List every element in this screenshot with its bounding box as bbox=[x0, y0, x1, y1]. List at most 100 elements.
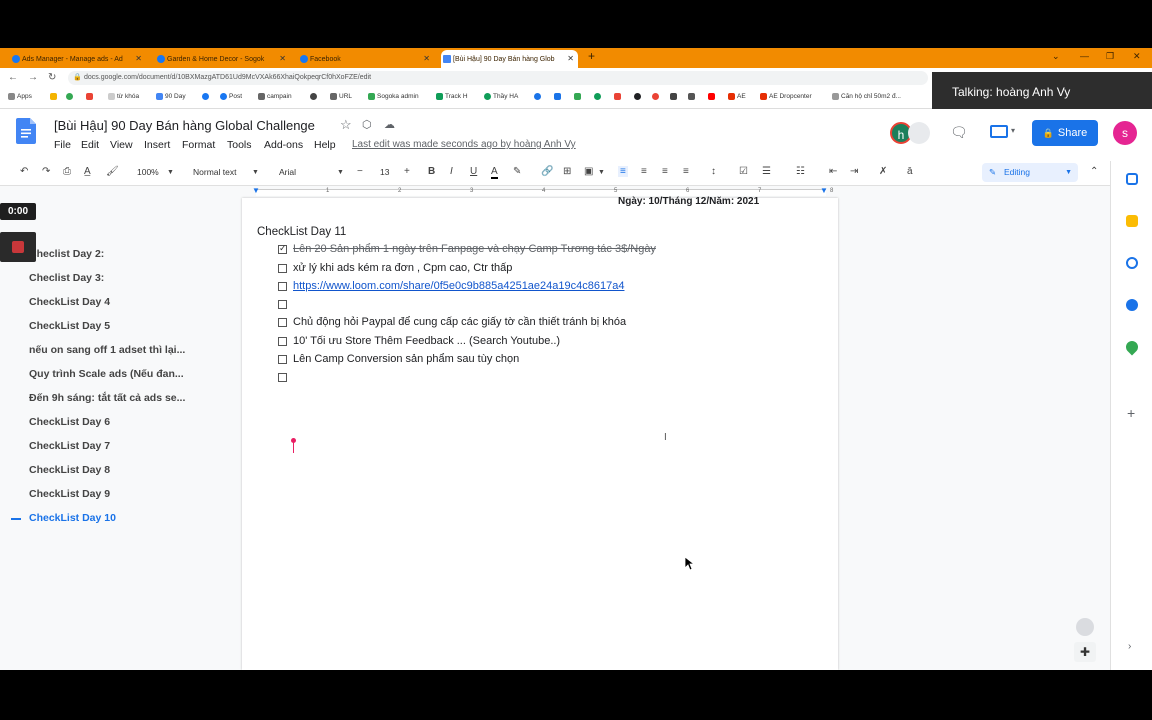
outline-item[interactable]: CheckList Day 5 bbox=[29, 320, 110, 332]
font-select[interactable]: Arial bbox=[279, 167, 296, 177]
contacts-icon[interactable] bbox=[1126, 299, 1138, 311]
bookmark-post[interactable]: Post bbox=[220, 93, 242, 100]
outline-item[interactable]: Đến 9h sáng: tắt tất cả ads se... bbox=[29, 392, 185, 404]
outline-item[interactable]: Checlist Day 3: bbox=[29, 272, 104, 284]
checkbox[interactable] bbox=[278, 300, 287, 309]
align-justify-icon[interactable]: ≡ bbox=[683, 166, 689, 177]
last-edit-link[interactable]: Last edit was made seconds ago by hoàng … bbox=[352, 139, 576, 150]
menu-insert[interactable]: Insert bbox=[144, 139, 170, 151]
add-addon-icon[interactable]: + bbox=[1127, 405, 1135, 421]
increase-indent-icon[interactable]: ⇥ bbox=[850, 166, 858, 177]
stop-recording-button[interactable] bbox=[0, 232, 36, 262]
outline-item[interactable]: CheckList Day 7 bbox=[29, 440, 110, 452]
share-button[interactable]: 🔒 Share bbox=[1032, 120, 1098, 146]
bookmark-icon[interactable] bbox=[50, 93, 59, 100]
account-avatar[interactable]: s bbox=[1113, 121, 1137, 145]
chevron-right-icon[interactable]: › bbox=[1128, 641, 1131, 652]
bookmark-icon[interactable] bbox=[708, 93, 717, 100]
chevron-down-icon[interactable]: ▼ bbox=[337, 169, 344, 176]
bulleted-list-icon[interactable]: ☰ bbox=[762, 166, 771, 177]
explore-icon[interactable] bbox=[1076, 618, 1094, 636]
italic-icon[interactable]: I bbox=[450, 166, 453, 177]
close-icon[interactable]: ✕ bbox=[279, 54, 286, 63]
menu-view[interactable]: View bbox=[110, 139, 133, 151]
restore-button[interactable]: ❐ bbox=[1106, 51, 1114, 62]
present-icon[interactable] bbox=[990, 125, 1008, 138]
right-indent-marker-icon[interactable]: ▼ bbox=[820, 186, 828, 195]
clear-formatting-icon[interactable]: ✗ bbox=[879, 166, 887, 177]
bookmark-icon[interactable] bbox=[594, 93, 603, 100]
bookmark-can-ho[interactable]: Căn hộ chỉ 50m2 đ... bbox=[832, 93, 901, 100]
checkbox[interactable] bbox=[278, 355, 287, 364]
bookmark-icon[interactable] bbox=[634, 93, 643, 100]
star-icon[interactable]: ☆ bbox=[340, 117, 352, 133]
back-icon[interactable]: ← bbox=[8, 72, 18, 83]
bookmark-thay-ha[interactable]: Thầy HA bbox=[484, 93, 518, 100]
zoom-select[interactable]: 100% bbox=[137, 167, 159, 177]
menu-tools[interactable]: Tools bbox=[227, 139, 252, 151]
tab-search-icon[interactable]: ⌄ bbox=[1052, 51, 1060, 62]
chevron-down-icon[interactable]: ▾ bbox=[1011, 126, 1015, 135]
bookmark-icon[interactable] bbox=[670, 93, 679, 100]
tasks-icon[interactable] bbox=[1126, 257, 1138, 269]
bookmark-ae[interactable]: AE bbox=[728, 93, 746, 100]
menu-addons[interactable]: Add-ons bbox=[264, 139, 303, 151]
tab-google-doc[interactable]: [Bùi Hậu] 90 Day Bán hàng Glob ✕ bbox=[441, 50, 578, 68]
highlight-icon[interactable]: ✎ bbox=[513, 166, 521, 177]
cloud-status-icon[interactable]: ☁ bbox=[384, 118, 395, 131]
undo-icon[interactable]: ↶ bbox=[20, 166, 28, 177]
document-page[interactable]: Ngày: 10/Tháng 12/Năm: 2021 CheckList Da… bbox=[242, 196, 838, 670]
link-icon[interactable]: 🔗 bbox=[541, 166, 553, 177]
editing-mode-select[interactable]: ✎ Editing ▼ bbox=[982, 163, 1078, 182]
bookmark-90-day[interactable]: 90 Day bbox=[156, 93, 186, 100]
bookmark-icon[interactable] bbox=[534, 93, 543, 100]
outline-item[interactable]: Quy trình Scale ads (Nếu đan... bbox=[29, 368, 184, 380]
tab-garden-home[interactable]: Garden & Home Decor - Sogok ✕ bbox=[155, 50, 290, 68]
font-size-input[interactable]: 13 bbox=[380, 167, 389, 177]
collaborator-avatar[interactable] bbox=[908, 122, 930, 144]
bookmark-icon[interactable] bbox=[614, 93, 623, 100]
comments-icon[interactable]: 🗨 bbox=[950, 124, 968, 141]
checkbox-checked[interactable] bbox=[278, 243, 287, 254]
move-icon[interactable]: ⬡ bbox=[362, 118, 372, 131]
checkbox[interactable] bbox=[278, 264, 287, 273]
collapse-menus-icon[interactable]: ⌃ bbox=[1090, 166, 1098, 177]
menu-edit[interactable]: Edit bbox=[81, 139, 99, 151]
outline-item-active[interactable]: CheckList Day 10 bbox=[29, 512, 116, 524]
google-docs-logo-icon[interactable] bbox=[16, 118, 36, 144]
outline-item[interactable]: CheckList Day 8 bbox=[29, 464, 110, 476]
align-right-icon[interactable]: ≡ bbox=[662, 166, 668, 177]
bookmark-icon[interactable] bbox=[554, 93, 563, 100]
close-icon[interactable]: ✕ bbox=[567, 54, 574, 63]
bookmark-track-h[interactable]: Track H bbox=[436, 93, 468, 100]
checkbox[interactable] bbox=[278, 318, 287, 327]
chevron-down-icon[interactable]: ▼ bbox=[252, 169, 259, 176]
maps-icon[interactable] bbox=[1123, 338, 1141, 356]
redo-icon[interactable]: ↷ bbox=[42, 166, 50, 177]
outline-item[interactable]: CheckList Day 4 bbox=[29, 296, 110, 308]
checkbox[interactable] bbox=[278, 337, 287, 346]
decrease-size-icon[interactable]: − bbox=[357, 166, 363, 177]
underline-icon[interactable]: U bbox=[470, 166, 477, 177]
address-bar[interactable]: 🔒 docs.google.com/document/d/10BXMazgATD… bbox=[68, 71, 928, 85]
indent-marker-icon[interactable]: ▼ bbox=[252, 186, 260, 195]
text-color-icon[interactable]: A bbox=[491, 166, 498, 179]
align-left-icon[interactable]: ≡ bbox=[618, 166, 628, 177]
line-spacing-icon[interactable]: ↕ bbox=[711, 166, 716, 177]
style-select[interactable]: Normal text bbox=[193, 167, 236, 177]
spellcheck-icon[interactable]: A̲ bbox=[84, 166, 91, 177]
checklist-icon[interactable]: ☑ bbox=[739, 166, 748, 177]
paint-format-icon[interactable]: 🖌 bbox=[106, 166, 119, 177]
tab-facebook[interactable]: Facebook ✕ bbox=[298, 50, 434, 68]
close-icon[interactable]: ✕ bbox=[423, 54, 430, 63]
increase-size-icon[interactable]: + bbox=[404, 166, 410, 177]
bookmark-icon[interactable] bbox=[574, 93, 583, 100]
menu-file[interactable]: File bbox=[54, 139, 71, 151]
chevron-down-icon[interactable]: ▼ bbox=[598, 169, 605, 176]
tab-ads-manager[interactable]: Ads Manager - Manage ads - Ad ✕ bbox=[10, 50, 146, 68]
loom-link[interactable]: https://www.loom.com/share/0f5e0c9b885a4… bbox=[293, 280, 624, 292]
window-close-button[interactable]: ✕ bbox=[1133, 51, 1141, 62]
close-icon[interactable]: ✕ bbox=[135, 54, 142, 63]
outline-item[interactable]: Checlist Day 2: bbox=[29, 248, 104, 260]
bookmark-apps[interactable]: Apps bbox=[8, 93, 32, 100]
